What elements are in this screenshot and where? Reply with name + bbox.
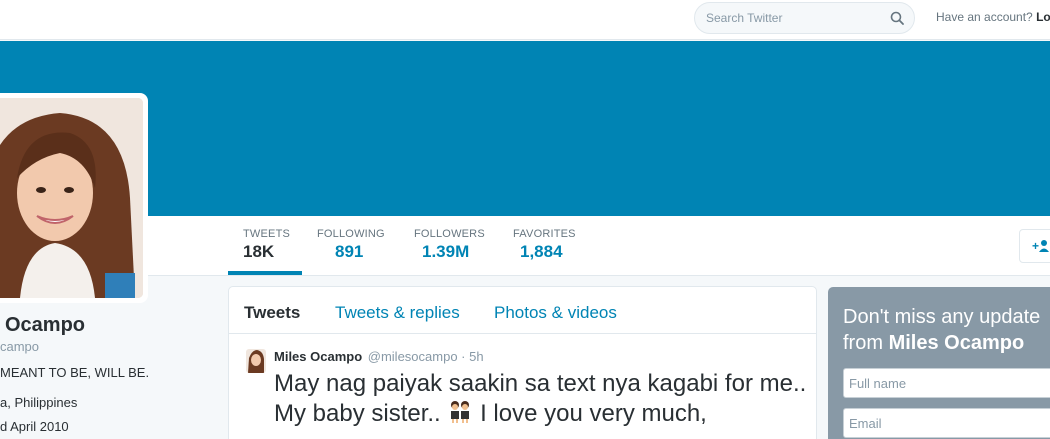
profile-bio: MEANT TO BE, WILL BE. <box>0 365 150 380</box>
search-input[interactable]: Search Twitter <box>706 11 782 25</box>
signup-title-prefix: from <box>843 332 883 354</box>
stat-favorites[interactable]: FAVORITES 1,884 <box>513 228 576 262</box>
tab-tweets-replies[interactable]: Tweets & replies <box>335 303 460 323</box>
account-prompt: Have an account? Lo <box>936 10 1050 24</box>
stat-label: TWEETS <box>243 228 291 240</box>
twins-emoji-icon <box>451 401 470 423</box>
follow-button[interactable]: + <box>1019 229 1050 263</box>
stat-label: FOLLOWING <box>317 228 385 240</box>
signup-card: Don't miss any update from Miles Ocampo … <box>828 287 1050 439</box>
timeline: Tweets Tweets & replies Photos & videos … <box>228 286 817 439</box>
profile-location: a, Philippines <box>0 395 78 410</box>
tweet-author-handle[interactable]: @milesocampo <box>368 349 458 364</box>
login-link[interactable]: Lo <box>1036 10 1050 24</box>
profile-joined-date: d April 2010 <box>0 419 69 434</box>
avatar-photo <box>0 98 143 298</box>
tweet-separator: · <box>461 349 466 364</box>
tweet-author-name[interactable]: Miles Ocampo <box>274 349 362 364</box>
signup-title-name: Miles Ocampo <box>888 332 1025 354</box>
stat-label: FAVORITES <box>513 228 576 240</box>
fullname-field[interactable]: Full name <box>843 368 1050 398</box>
stat-followers[interactable]: FOLLOWERS 1.39M <box>414 228 485 262</box>
avatar-thumbnail <box>246 349 266 373</box>
signup-title: Don't miss any update from Miles Ocampo <box>843 304 1050 356</box>
active-stat-underline <box>228 271 302 275</box>
profile-handle[interactable]: campo <box>0 339 39 354</box>
timeline-tabs: Tweets Tweets & replies Photos & videos <box>229 287 816 334</box>
stat-value: 891 <box>335 242 364 261</box>
tab-tweets[interactable]: Tweets <box>244 303 300 323</box>
tweet-text-part: I love you very much, <box>480 400 707 427</box>
stat-label: FOLLOWERS <box>414 228 485 240</box>
signup-title-line: Don't miss any update <box>843 306 1041 328</box>
profile-avatar-card <box>0 93 148 303</box>
search-box[interactable]: Search Twitter <box>694 2 915 34</box>
tweet-avatar[interactable] <box>246 349 266 373</box>
search-icon[interactable] <box>890 11 904 25</box>
stat-value: 1,884 <box>520 242 563 261</box>
profile-header-banner <box>0 41 1050 216</box>
add-user-icon: + <box>1032 239 1049 253</box>
profile-nav: TWEETS 18K FOLLOWING 891 FOLLOWERS 1.39M… <box>0 216 1050 276</box>
top-navigation-bar: Search Twitter Have an account? Lo <box>0 0 1050 40</box>
stat-value: 18K <box>243 242 275 261</box>
profile-name: Ocampo <box>5 314 86 336</box>
avatar[interactable] <box>0 98 143 298</box>
tweet-header: Miles Ocampo @milesocampo · 5h <box>274 349 484 364</box>
stat-following[interactable]: FOLLOWING 891 <box>317 228 385 262</box>
tweet-text: May nag paiyak saakin sa text nya kagabi… <box>274 369 814 429</box>
stat-value: 1.39M <box>422 242 470 261</box>
email-field[interactable]: Email <box>843 408 1050 438</box>
tweet[interactable]: Miles Ocampo @milesocampo · 5h May nag p… <box>229 335 816 439</box>
tweet-timestamp[interactable]: 5h <box>469 349 483 364</box>
svg-text:+: + <box>1032 239 1039 253</box>
stat-tweets[interactable]: TWEETS 18K <box>243 228 290 262</box>
signup-title-line: from Miles Ocampo <box>843 330 1050 356</box>
account-prompt-text: Have an account? <box>936 10 1033 24</box>
tab-photos-videos[interactable]: Photos & videos <box>494 303 617 323</box>
